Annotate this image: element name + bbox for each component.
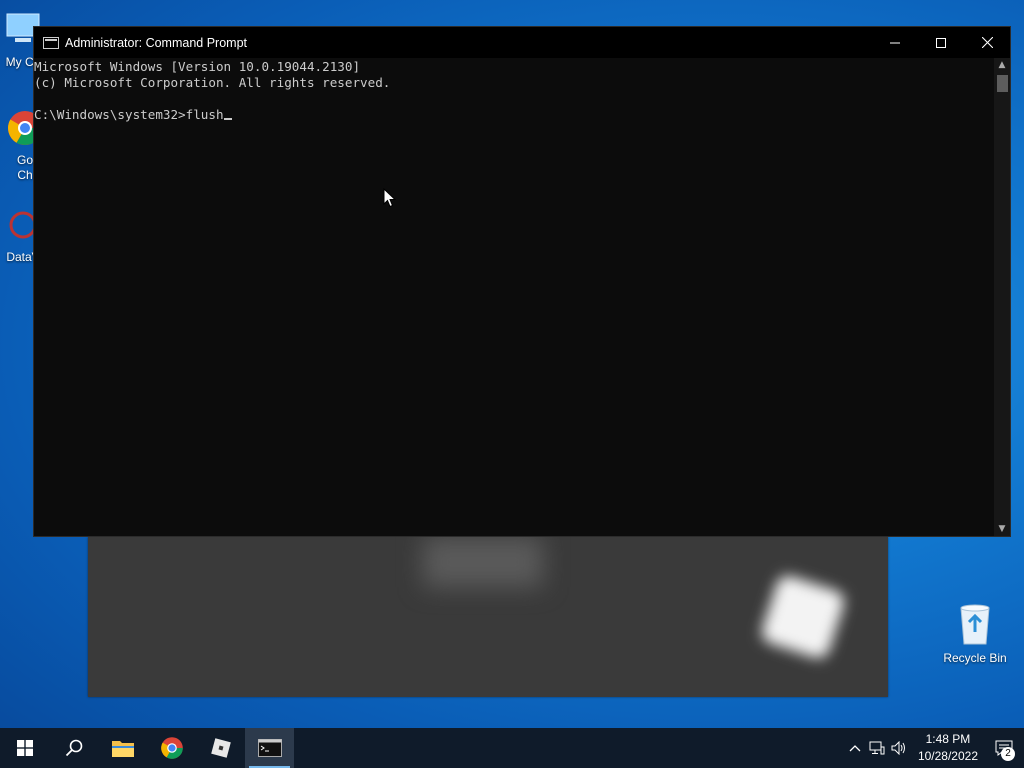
cmd-icon — [43, 36, 59, 49]
maximize-icon — [936, 37, 946, 48]
desktop-icon-label: Recycle Bin — [943, 651, 1007, 665]
title-bar[interactable]: Administrator: Command Prompt — [34, 27, 1010, 58]
close-button[interactable] — [964, 27, 1010, 58]
show-hidden-icons-button[interactable] — [844, 728, 866, 768]
network-icon — [869, 741, 885, 755]
speaker-icon — [891, 741, 905, 755]
console-prompt-line[interactable]: C:\Windows\system32>flush — [34, 107, 994, 123]
scroll-up-arrow-icon[interactable]: ▲ — [994, 58, 1010, 72]
system-tray: 1:48 PM 10/28/2022 2 — [844, 728, 1024, 768]
chrome-icon — [160, 737, 183, 759]
start-button[interactable] — [0, 728, 49, 768]
volume-button[interactable] — [888, 728, 910, 768]
action-center-button[interactable]: 2 — [984, 728, 1024, 768]
blurred-content — [423, 537, 543, 587]
console-line: (c) Microsoft Corporation. All rights re… — [34, 75, 391, 90]
mouse-pointer-icon — [383, 188, 397, 208]
prompt-text: C:\Windows\system32>flush — [34, 107, 224, 122]
taskbar: 1:48 PM 10/28/2022 2 — [0, 728, 1024, 768]
cmd-icon — [257, 739, 282, 757]
maximize-button[interactable] — [918, 27, 964, 58]
command-prompt-window[interactable]: Administrator: Command Prompt Microsoft … — [33, 26, 1011, 537]
scrollbar-thumb[interactable] — [997, 75, 1008, 92]
taskbar-clock[interactable]: 1:48 PM 10/28/2022 — [918, 731, 978, 765]
desktop-icon-recycle-bin[interactable]: Recycle Bin — [940, 600, 1010, 666]
taskbar-command-prompt[interactable] — [245, 728, 294, 768]
folder-icon — [111, 741, 134, 757]
console-output[interactable]: Microsoft Windows [Version 10.0.19044.21… — [34, 58, 994, 536]
chevron-up-icon — [849, 745, 861, 752]
clock-time: 1:48 PM — [925, 732, 971, 746]
windows-logo-icon — [16, 740, 33, 756]
search-icon — [65, 739, 82, 757]
taskbar-roblox[interactable] — [196, 728, 245, 768]
clock-date: 10/28/2022 — [917, 749, 978, 763]
vertical-scrollbar[interactable]: ▲ ▼ — [994, 58, 1010, 536]
notification-count-badge: 2 — [1001, 747, 1015, 761]
minimize-icon — [890, 42, 900, 43]
taskbar-chrome[interactable] — [147, 728, 196, 768]
background-app-window[interactable] — [88, 537, 888, 697]
close-icon — [981, 37, 993, 48]
text-cursor — [223, 118, 232, 120]
window-title: Administrator: Command Prompt — [65, 35, 248, 50]
scroll-down-arrow-icon[interactable]: ▼ — [994, 522, 1010, 536]
search-button[interactable] — [49, 728, 98, 768]
console-line: Microsoft Windows [Version 10.0.19044.21… — [34, 59, 361, 74]
taskbar-file-explorer[interactable] — [98, 728, 147, 768]
network-button[interactable] — [866, 728, 888, 768]
roblox-icon — [210, 738, 231, 758]
window-controls — [872, 27, 1010, 58]
recycle-bin-icon — [960, 604, 990, 645]
roblox-logo-icon — [758, 572, 848, 662]
minimize-button[interactable] — [872, 27, 918, 58]
